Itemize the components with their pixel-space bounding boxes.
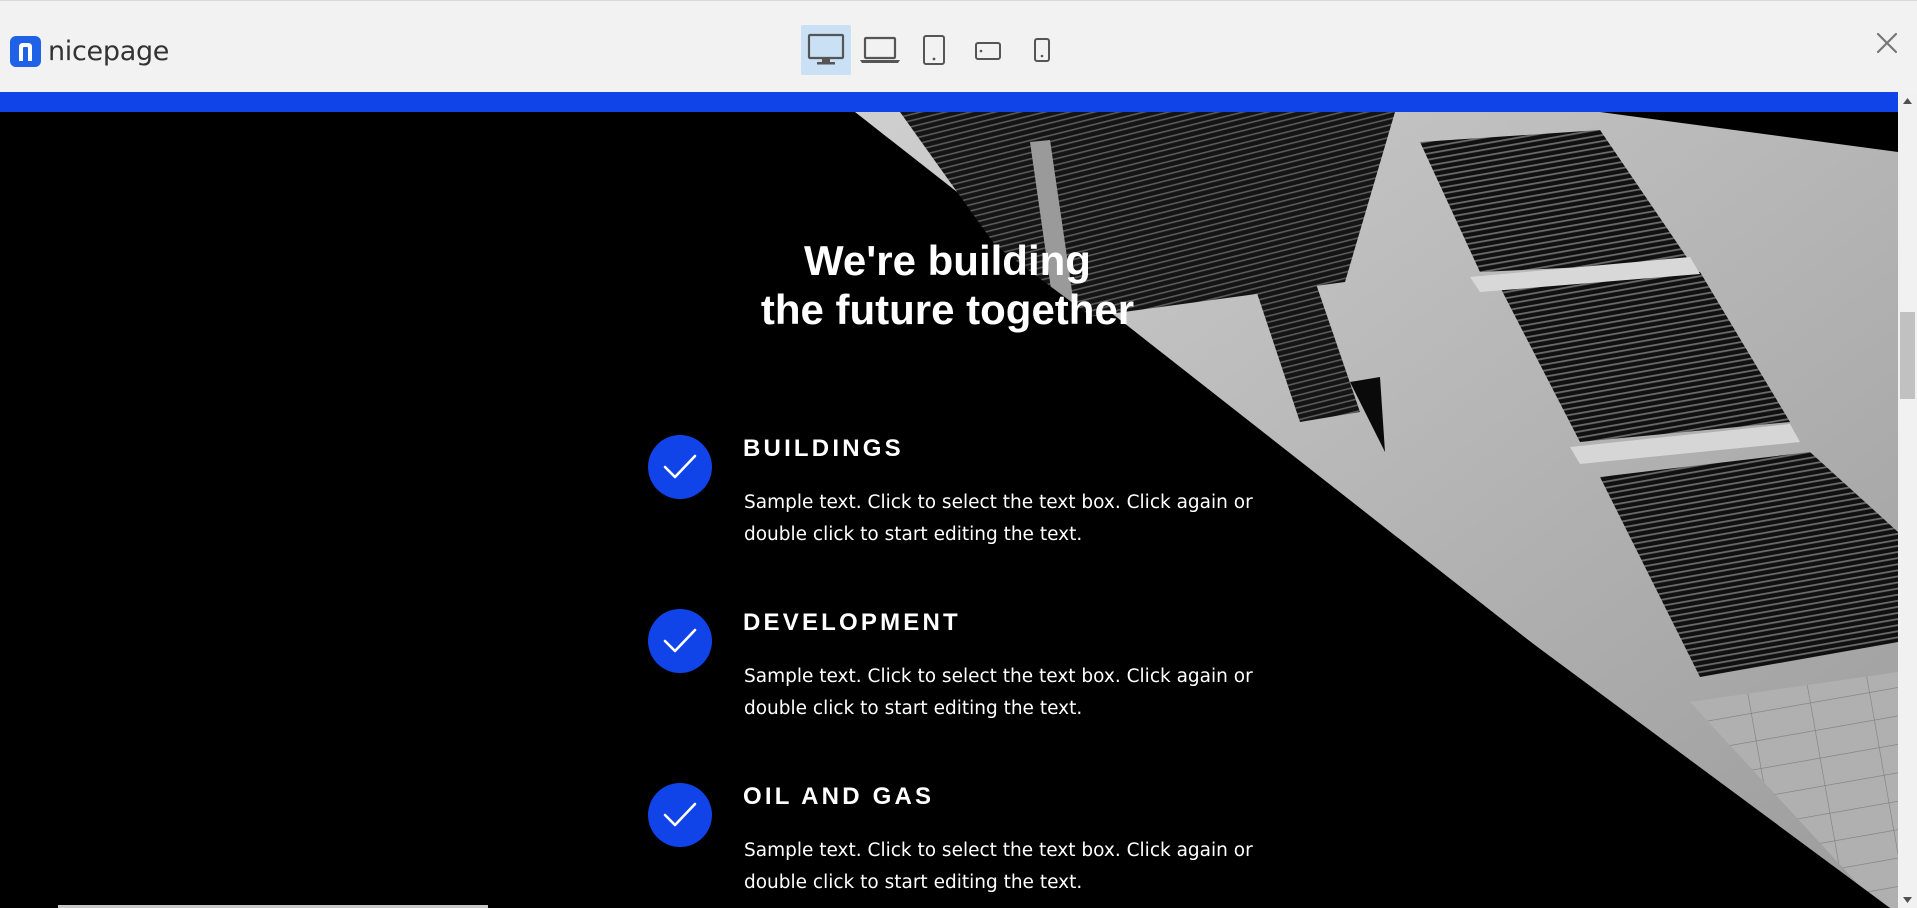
close-preview-button[interactable] <box>1869 25 1905 61</box>
close-icon <box>1876 32 1898 54</box>
header-accent-bar <box>0 92 1898 112</box>
feature-item-development: DEVELOPMENT Sample text. Click to select… <box>648 609 1288 769</box>
check-circle <box>648 783 712 847</box>
scrollbar-thumb[interactable] <box>1900 312 1915 399</box>
feature-title: OIL AND GAS <box>743 783 935 810</box>
feature-title: BUILDINGS <box>743 435 904 462</box>
logo-text: nicepage <box>48 35 170 67</box>
scroll-down-button[interactable] <box>1898 891 1917 908</box>
hero-title: We're building the future together <box>650 236 1245 334</box>
check-circle <box>648 435 712 499</box>
feature-text: Sample text. Click to select the text bo… <box>744 492 1253 545</box>
laptop-view-button[interactable] <box>855 25 905 75</box>
feature-item-oil-and-gas: OIL AND GAS Sample text. Click to select… <box>648 783 1288 908</box>
tablet-landscape-view-button[interactable] <box>963 25 1013 75</box>
nicepage-logo-icon <box>10 35 41 67</box>
phone-icon <box>1034 38 1050 62</box>
tablet-portrait-icon <box>923 35 945 65</box>
hero-section: We're building the future together BUILD… <box>0 112 1898 908</box>
check-icon <box>663 628 697 653</box>
nicepage-logo: nicepage <box>10 34 169 68</box>
check-circle <box>648 609 712 673</box>
desktop-view-button[interactable] <box>801 25 851 75</box>
check-icon <box>663 454 697 479</box>
hero-title-line-2: the future together <box>760 286 1135 333</box>
tablet-portrait-view-button[interactable] <box>909 25 959 75</box>
device-switcher <box>801 25 1067 75</box>
feature-item-buildings: BUILDINGS Sample text. Click to select t… <box>648 435 1288 595</box>
phone-view-button[interactable] <box>1017 25 1067 75</box>
desktop-icon <box>807 33 845 65</box>
arrow-down-icon <box>1903 896 1912 903</box>
laptop-icon <box>860 36 900 63</box>
vertical-scrollbar[interactable] <box>1898 92 1917 908</box>
arrow-up-icon <box>1903 97 1912 104</box>
check-icon <box>663 802 697 827</box>
feature-title: DEVELOPMENT <box>743 609 961 636</box>
tablet-landscape-icon <box>975 42 1001 60</box>
feature-text: Sample text. Click to select the text bo… <box>744 840 1253 893</box>
scroll-up-button[interactable] <box>1898 92 1917 109</box>
feature-text: Sample text. Click to select the text bo… <box>744 666 1253 719</box>
hero-title-line-1: We're building <box>804 237 1091 284</box>
preview-toolbar: nicepage <box>0 0 1917 92</box>
